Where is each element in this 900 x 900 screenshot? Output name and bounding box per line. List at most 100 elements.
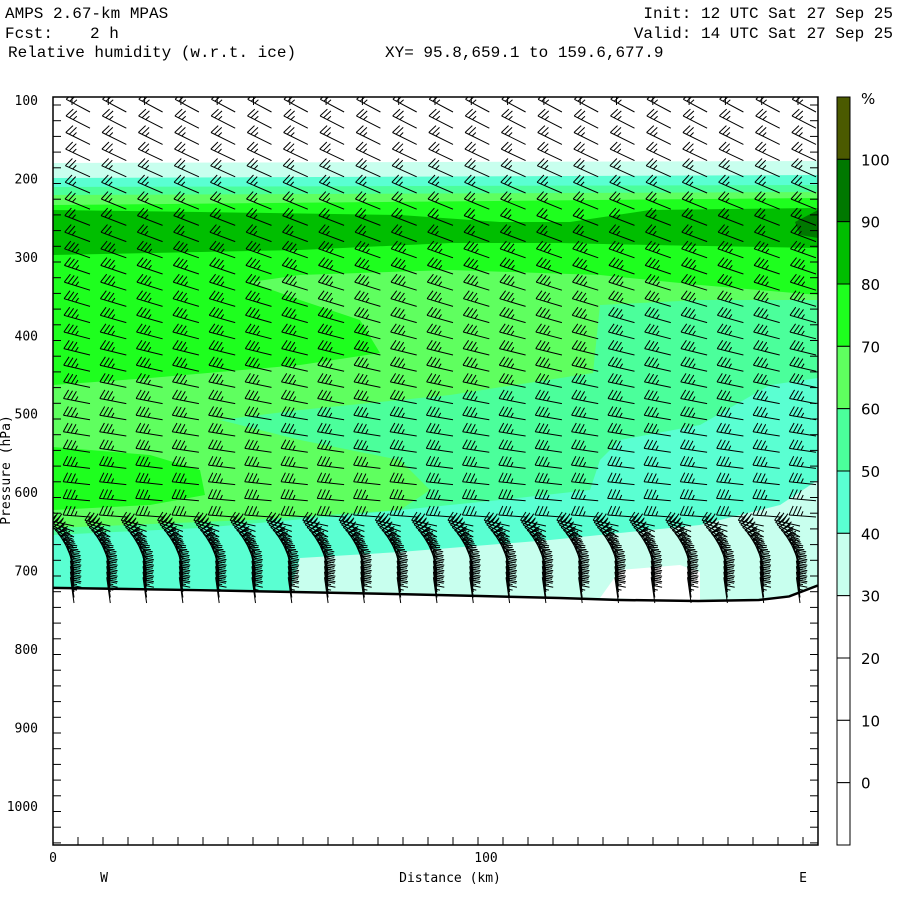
x-axis-label: Distance (km)	[399, 871, 501, 886]
wind-barb	[138, 125, 163, 145]
below-ground-mask	[53, 585, 818, 845]
wind-barb	[609, 125, 635, 145]
wind-barb	[573, 141, 599, 162]
xy-range: XY= 95.8,659.1 to 159.6,677.9	[385, 44, 663, 62]
wind-barb	[755, 108, 780, 129]
wind-barb	[210, 125, 236, 145]
wind-barb	[428, 141, 454, 162]
colorbar-label: 50	[861, 463, 880, 481]
wind-barb	[501, 125, 526, 145]
colorbar-swatch	[836, 532, 851, 597]
wind-barb	[573, 125, 599, 145]
wind-barb	[319, 125, 345, 145]
wind-barb	[174, 125, 200, 145]
colorbar-label: 90	[861, 214, 880, 232]
init-time: Init: 12 UTC Sat 27 Sep 25	[643, 5, 893, 23]
wind-barb	[791, 141, 817, 162]
wind-barb	[392, 108, 417, 129]
x-tick-label: 0	[49, 851, 57, 866]
west-label: W	[100, 871, 108, 886]
wind-barb	[174, 141, 200, 162]
wind-barb	[174, 108, 200, 129]
colorbar-swatch	[836, 719, 851, 784]
wind-barb	[101, 108, 127, 129]
wind-barb	[682, 97, 708, 113]
wind-barb	[138, 108, 163, 129]
wind-barb	[646, 108, 672, 129]
wind-barb	[319, 141, 345, 162]
wind-barb	[101, 125, 127, 145]
wind-barb	[501, 108, 526, 129]
plot-area	[53, 97, 818, 845]
wind-barb	[755, 97, 780, 113]
colorbar-swatch	[836, 283, 851, 347]
colorbar-label: 100	[861, 151, 890, 169]
wind-barb	[719, 97, 744, 113]
colorbar: 1009080706050403020100	[836, 96, 890, 846]
wind-barb	[210, 108, 236, 129]
wind-barb	[283, 108, 309, 129]
wind-barb	[355, 125, 381, 145]
wind-barb	[428, 97, 454, 113]
wind-barb	[210, 141, 236, 162]
wind-barb	[646, 97, 672, 113]
y-tick-label: 700	[15, 565, 38, 580]
wind-barb	[465, 97, 490, 113]
wind-barb	[610, 97, 635, 113]
forecast-label: Fcst:	[5, 25, 53, 43]
cross-section-figure: AMPS 2.67-km MPAS Init: 12 UTC Sat 27 Se…	[0, 5, 893, 886]
wind-barb	[356, 108, 381, 129]
rh-contour-fills	[53, 161, 818, 845]
wind-barb	[791, 97, 817, 113]
model-title: AMPS 2.67-km MPAS	[5, 5, 168, 23]
y-tick-label: 100	[15, 94, 38, 109]
wind-barb	[718, 125, 744, 145]
wind-barb	[464, 125, 490, 145]
colorbar-swatch	[836, 595, 851, 659]
wind-barb	[718, 141, 744, 162]
wind-barb	[392, 125, 417, 145]
wind-barb	[754, 141, 780, 162]
east-label: E	[799, 871, 807, 886]
wind-barb	[609, 141, 635, 162]
wind-barb	[211, 97, 236, 113]
y-tick-label: 300	[15, 251, 38, 266]
colorbar-label: 10	[861, 712, 880, 730]
forecast-hour: 2 h	[90, 25, 119, 43]
y-tick-label: 600	[15, 486, 38, 501]
wind-barb	[246, 125, 272, 145]
colorbar-label: 80	[861, 276, 880, 294]
wind-barb	[247, 97, 272, 113]
wind-barb	[646, 141, 672, 162]
colorbar-swatch	[836, 158, 851, 223]
y-axis-label: Pressure (hPa)	[0, 415, 14, 525]
wind-barb	[500, 141, 526, 162]
wind-barb	[174, 97, 200, 113]
wind-barb	[283, 125, 309, 145]
wind-barb	[65, 97, 91, 113]
wind-barb	[65, 141, 91, 162]
colorbar-swatch	[836, 470, 851, 534]
wind-barb	[319, 97, 345, 113]
y-tick-label: 500	[15, 408, 38, 423]
wind-barb	[537, 141, 563, 162]
wind-barb	[573, 108, 599, 129]
wind-barb	[610, 108, 635, 129]
field-name: Relative humidity (w.r.t. ice)	[8, 44, 296, 62]
wind-barb	[428, 108, 454, 129]
y-tick-label: 400	[15, 329, 38, 344]
wind-barb	[501, 97, 526, 113]
wind-barb	[392, 97, 417, 113]
wind-barb	[682, 125, 708, 145]
y-tick-label: 900	[15, 721, 38, 736]
colorbar-label: 20	[861, 650, 880, 668]
wind-barb	[391, 141, 417, 162]
wind-barb	[138, 97, 163, 113]
colorbar-swatch	[836, 96, 851, 160]
y-tick-label: 800	[15, 643, 38, 658]
colorbar-swatch	[836, 782, 851, 846]
y-tick-label: 1000	[7, 800, 38, 815]
colorbar-unit: %	[861, 90, 875, 108]
wind-barb	[791, 108, 817, 129]
colorbar-label: 40	[861, 525, 880, 543]
